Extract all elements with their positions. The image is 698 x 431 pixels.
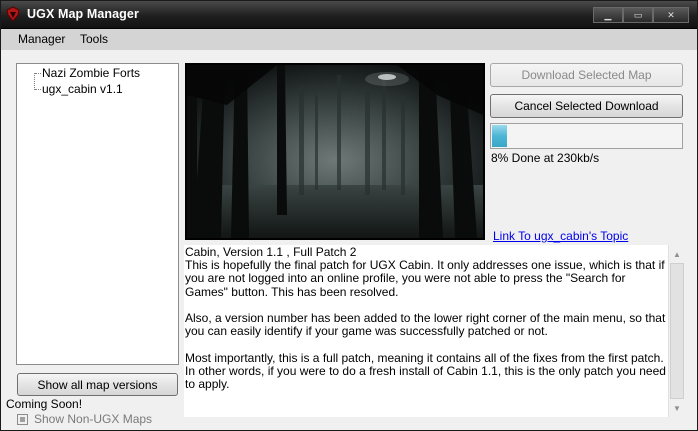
tree-connector bbox=[34, 73, 35, 90]
scroll-down-arrow-icon[interactable]: ▼ bbox=[670, 401, 684, 415]
caption-buttons: ▁ ▭ ✕ bbox=[593, 7, 689, 23]
progress-fill bbox=[492, 125, 507, 147]
menu-bar: Manager Tools bbox=[1, 29, 697, 50]
scroll-thumb[interactable] bbox=[670, 263, 684, 399]
map-preview-image bbox=[185, 63, 485, 240]
map-list-item[interactable]: ugx_cabin v1.1 bbox=[42, 82, 123, 96]
coming-soon-label: Coming Soon! bbox=[6, 397, 83, 411]
progress-status-text: 8% Done at 230kb/s bbox=[491, 151, 600, 165]
window-title: UGX Map Manager bbox=[27, 7, 139, 21]
scroll-up-arrow-icon[interactable]: ▲ bbox=[670, 247, 684, 261]
show-non-ugx-checkbox[interactable] bbox=[17, 414, 28, 425]
menu-manager[interactable]: Manager bbox=[18, 32, 65, 46]
app-window: UGX Map Manager ▁ ▭ ✕ Manager Tools Nazi… bbox=[0, 0, 698, 431]
minimize-button[interactable]: ▁ bbox=[593, 7, 623, 23]
show-non-ugx-label: Show Non-UGX Maps bbox=[34, 412, 153, 426]
tree-connector bbox=[35, 73, 41, 74]
description-scrollbar[interactable]: ▲ ▼ bbox=[668, 245, 684, 417]
menu-tools[interactable]: Tools bbox=[80, 32, 108, 46]
map-list-tree[interactable]: Nazi Zombie Forts ugx_cabin v1.1 bbox=[16, 63, 179, 365]
cancel-download-button[interactable]: Cancel Selected Download bbox=[490, 94, 683, 118]
maximize-icon: ▭ bbox=[633, 9, 643, 20]
download-map-label: Download Selected Map bbox=[521, 68, 652, 82]
title-bar[interactable]: UGX Map Manager ▁ ▭ ✕ bbox=[1, 1, 697, 29]
minimize-icon: ▁ bbox=[604, 9, 612, 20]
map-topic-link[interactable]: Link To ugx_cabin's Topic bbox=[493, 229, 628, 243]
download-progress-bar bbox=[490, 123, 683, 149]
show-all-versions-label: Show all map versions bbox=[37, 377, 158, 392]
close-icon: ✕ bbox=[667, 9, 675, 20]
ugx-logo-icon bbox=[6, 6, 20, 22]
maximize-button[interactable]: ▭ bbox=[623, 7, 653, 23]
tree-connector bbox=[35, 89, 41, 90]
map-description-box[interactable]: Cabin, Version 1.1 , Full Patch 2 This i… bbox=[184, 245, 684, 417]
map-list-item[interactable]: Nazi Zombie Forts bbox=[42, 66, 140, 80]
download-map-button[interactable]: Download Selected Map bbox=[490, 63, 683, 87]
cancel-download-label: Cancel Selected Download bbox=[514, 99, 659, 113]
show-all-versions-button[interactable]: Show all map versions bbox=[17, 373, 178, 396]
foggy-forest-image bbox=[187, 65, 483, 238]
close-button[interactable]: ✕ bbox=[653, 7, 689, 23]
map-description-text: Cabin, Version 1.1 , Full Patch 2 This i… bbox=[185, 245, 666, 392]
